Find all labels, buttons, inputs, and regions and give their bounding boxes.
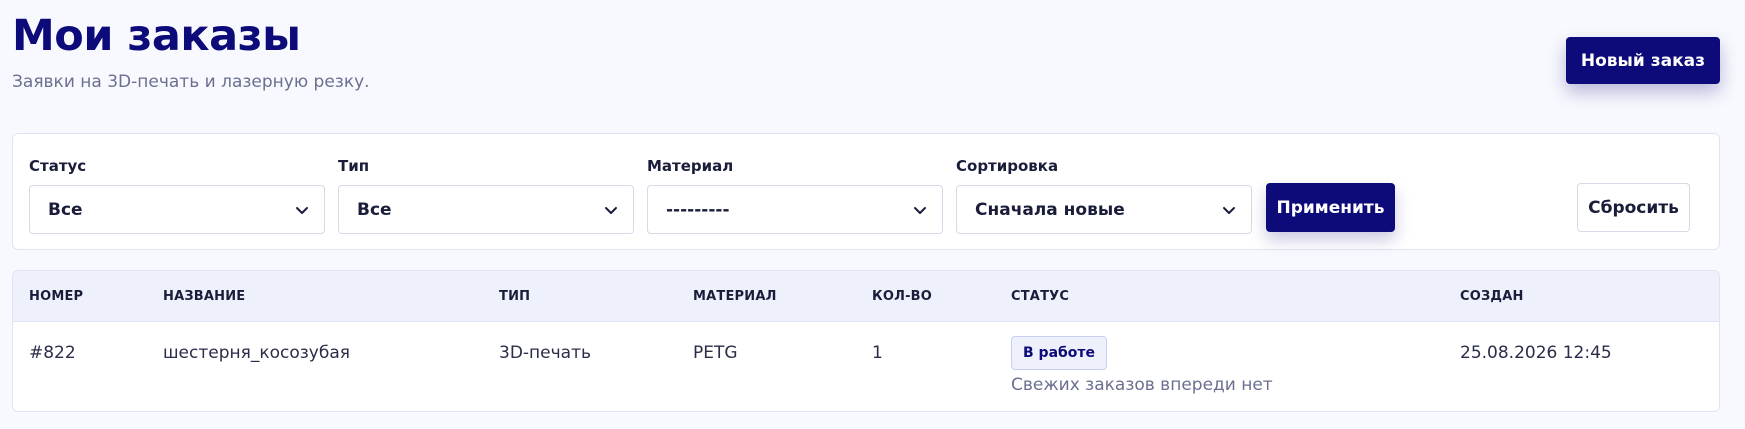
sort-filter-label: Сортировка [956, 157, 1059, 175]
status-note: Свежих заказов впереди нет [1011, 375, 1273, 395]
type-select-value: Все [357, 200, 392, 220]
column-header-number: Номер [29, 289, 84, 304]
apply-button[interactable]: Применить [1266, 183, 1395, 232]
type-filter-label: Тип [338, 157, 370, 175]
order-type: 3D-печать [499, 343, 591, 363]
chevron-down-icon [1223, 207, 1235, 214]
status-filter-label: Статус [29, 157, 87, 175]
status-badge: В работе [1011, 336, 1108, 370]
reset-button[interactable]: Сбросить [1577, 183, 1690, 232]
type-filter: Тип Все [338, 156, 634, 234]
type-select[interactable]: Все [338, 185, 634, 234]
sort-filter: Сортировка Сначала новые [956, 156, 1252, 234]
chevron-down-icon [605, 207, 617, 214]
status-select-value: Все [48, 200, 83, 220]
order-name: шестерня_косозубая [163, 343, 350, 363]
status-select[interactable]: Все [29, 185, 325, 234]
orders-page: Мои заказы Заявки на 3D-печать и лазерну… [0, 0, 1745, 429]
sort-select-value: Сначала новые [975, 200, 1125, 220]
material-select-value: --------- [666, 200, 730, 220]
page-header: Мои заказы Заявки на 3D-печать и лазерну… [12, 0, 1720, 132]
order-created-date: 25.08.2026 12:45 [1460, 343, 1612, 363]
table-header-row: Номер Название Тип Материал Кол-во Стату… [13, 271, 1719, 322]
column-header-type: Тип [499, 289, 531, 304]
column-header-name: Название [163, 289, 246, 304]
column-header-quantity: Кол-во [872, 289, 933, 304]
order-quantity: 1 [872, 343, 883, 363]
sort-select[interactable]: Сначала новые [956, 185, 1252, 234]
status-filter: Статус Все [29, 156, 325, 234]
material-filter-label: Материал [647, 157, 734, 175]
chevron-down-icon [296, 207, 308, 214]
table-row[interactable]: #822 шестерня_косозубая 3D-печать PETG 1… [13, 322, 1719, 411]
material-select[interactable]: --------- [647, 185, 943, 234]
column-header-material: Материал [693, 289, 777, 304]
order-material: PETG [693, 343, 738, 363]
page-title: Мои заказы [12, 11, 301, 61]
chevron-down-icon [914, 207, 926, 214]
order-number[interactable]: #822 [29, 342, 76, 364]
material-filter: Материал --------- [647, 156, 943, 234]
orders-table: Номер Название Тип Материал Кол-во Стату… [12, 270, 1720, 412]
page-subtitle: Заявки на 3D-печать и лазерную резку. [12, 72, 370, 92]
new-order-button[interactable]: Новый заказ [1565, 37, 1720, 84]
column-header-created: Создан [1460, 289, 1524, 304]
filter-panel: Статус Все Тип Все Материал --------- Со… [12, 133, 1720, 250]
order-status-cell: В работе Свежих заказов впереди нет [1011, 271, 1411, 411]
